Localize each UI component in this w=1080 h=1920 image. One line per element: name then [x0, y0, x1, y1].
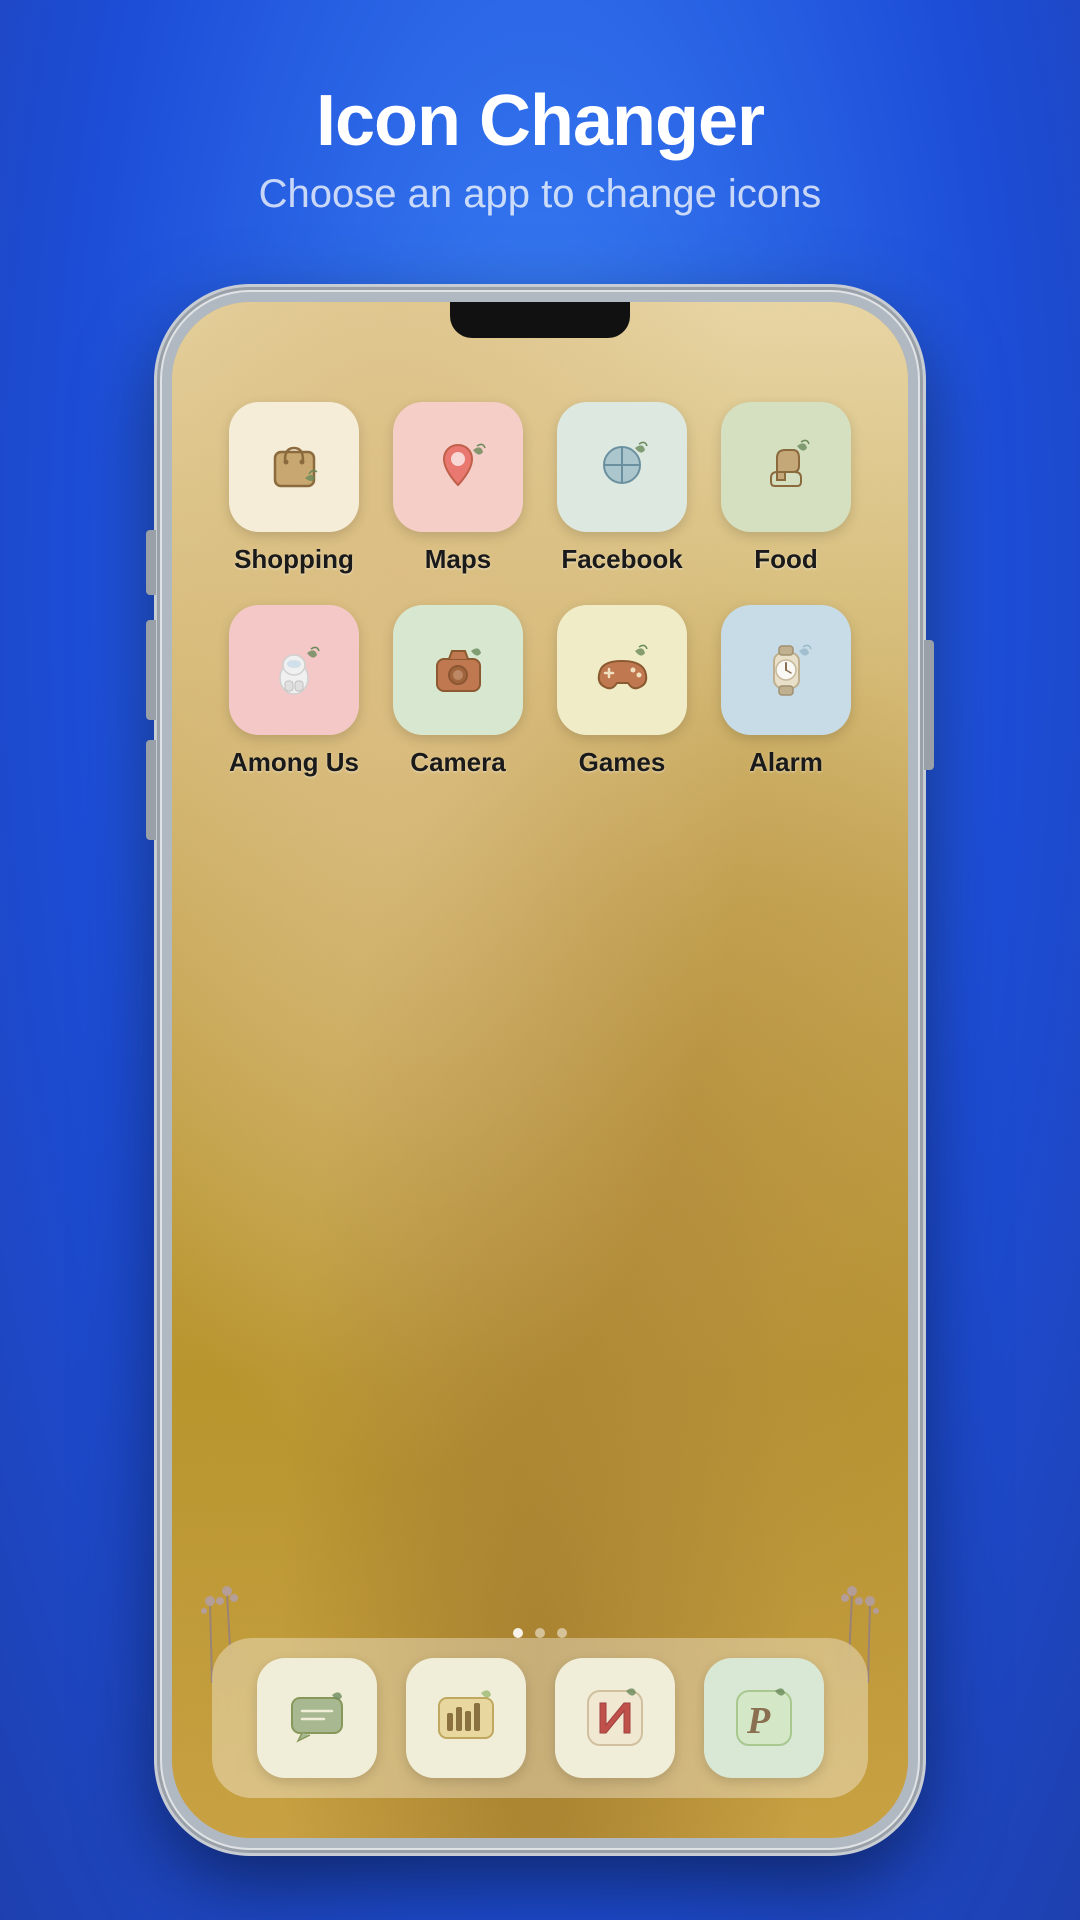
page-dots — [172, 1628, 908, 1638]
dock-messages[interactable] — [257, 1658, 377, 1778]
maps-icon-bg — [393, 402, 523, 532]
shopping-label: Shopping — [234, 544, 354, 575]
mute-button — [146, 530, 156, 595]
food-label: Food — [754, 544, 818, 575]
power-button — [924, 640, 934, 770]
header: Icon Changer Choose an app to change ico… — [0, 80, 1080, 217]
volume-down-button — [146, 740, 156, 840]
svg-text:P: P — [746, 1700, 771, 1742]
dock-pinterest[interactable]: P — [704, 1658, 824, 1778]
app-food[interactable]: Food — [714, 402, 858, 575]
dock-music[interactable] — [406, 1658, 526, 1778]
dot-3 — [557, 1628, 567, 1638]
games-icon-bg — [557, 605, 687, 735]
app-grid: Shopping Maps — [222, 402, 858, 778]
phone-frame: Shopping Maps — [160, 290, 920, 1850]
camera-icon-bg — [393, 605, 523, 735]
phone-screen: Shopping Maps — [172, 302, 908, 1838]
page-subtitle: Choose an app to change icons — [0, 172, 1080, 217]
food-icon-bg — [721, 402, 851, 532]
dot-1 — [513, 1628, 523, 1638]
app-games[interactable]: Games — [550, 605, 694, 778]
alarm-label: Alarm — [749, 747, 823, 778]
app-maps[interactable]: Maps — [386, 402, 530, 575]
amongus-icon-bg — [229, 605, 359, 735]
facebook-label: Facebook — [561, 544, 682, 575]
app-amongus[interactable]: Among Us — [222, 605, 366, 778]
phone-mockup: Shopping Maps — [160, 290, 920, 1850]
app-camera[interactable]: Camera — [386, 605, 530, 778]
alarm-icon-bg — [721, 605, 851, 735]
notch — [450, 302, 630, 338]
amongus-label: Among Us — [229, 747, 359, 778]
maps-label: Maps — [425, 544, 491, 575]
shopping-icon-bg — [229, 402, 359, 532]
camera-label: Camera — [410, 747, 505, 778]
dock: P — [212, 1638, 868, 1798]
app-shopping[interactable]: Shopping — [222, 402, 366, 575]
facebook-icon-bg — [557, 402, 687, 532]
games-label: Games — [579, 747, 666, 778]
page-title: Icon Changer — [0, 80, 1080, 162]
dock-netflix[interactable] — [555, 1658, 675, 1778]
app-alarm[interactable]: Alarm — [714, 605, 858, 778]
dot-2 — [535, 1628, 545, 1638]
volume-up-button — [146, 620, 156, 720]
app-facebook[interactable]: Facebook — [550, 402, 694, 575]
